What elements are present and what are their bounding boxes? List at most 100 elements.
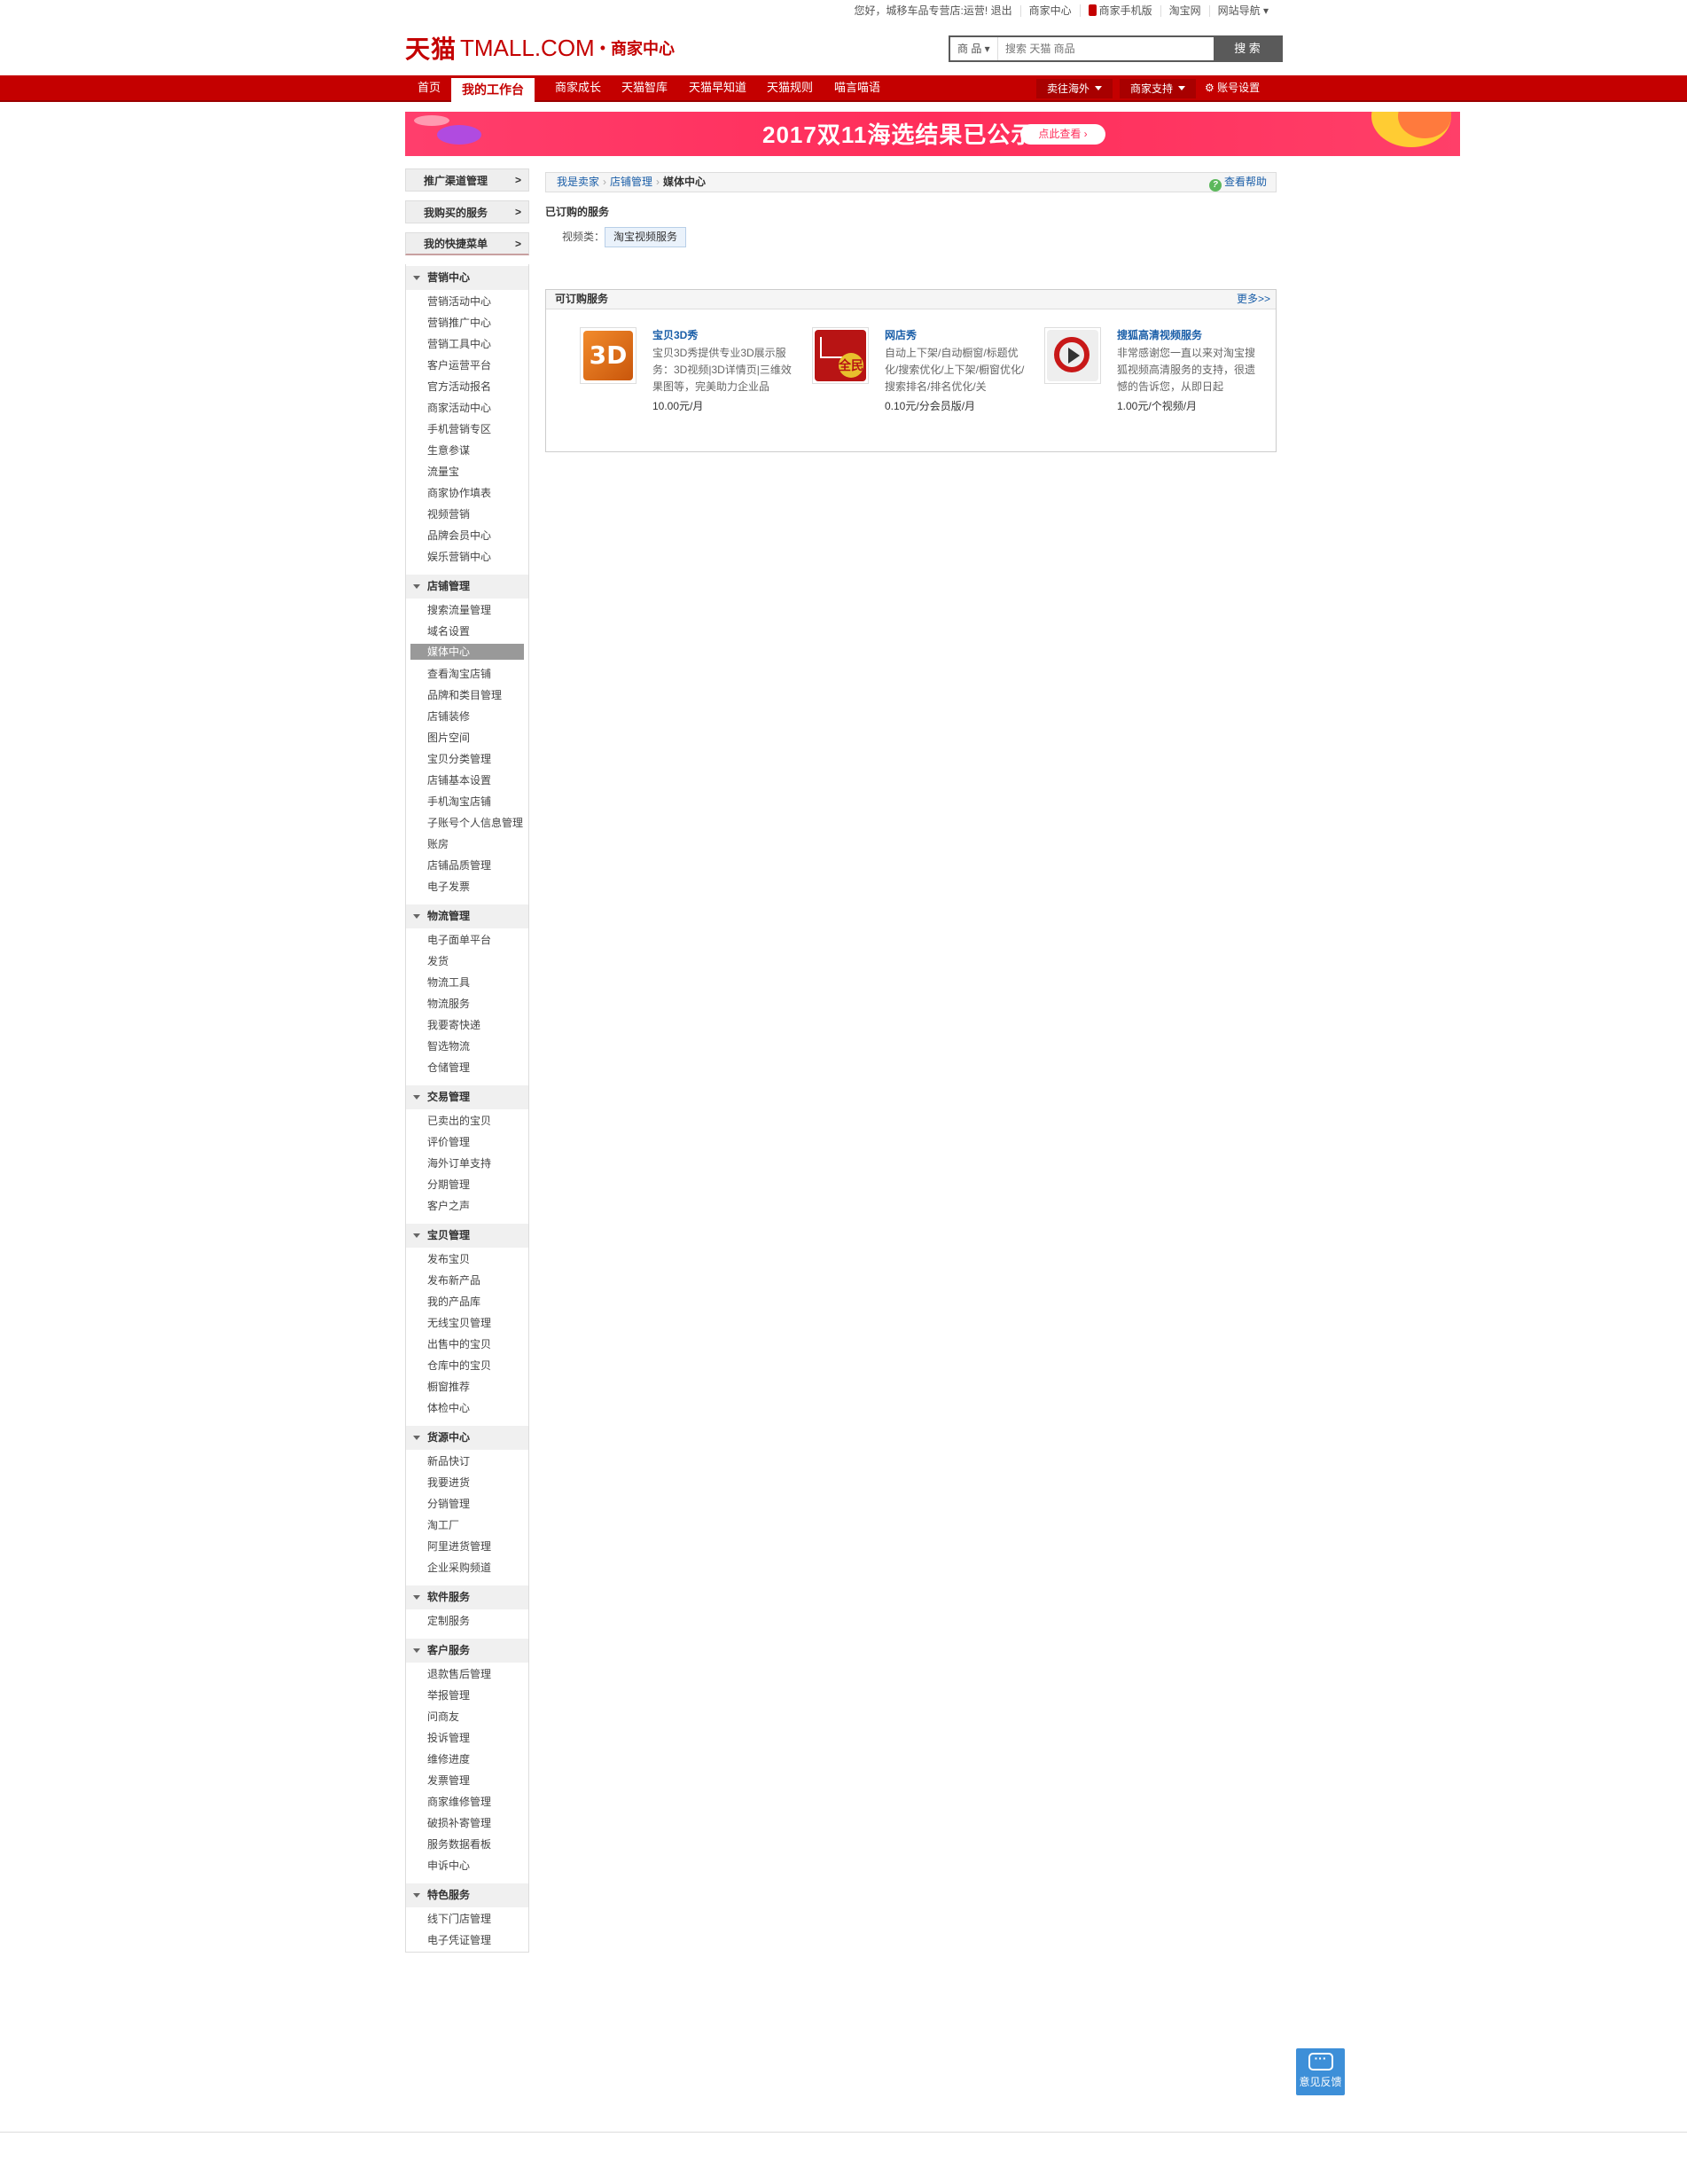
sidebar-item[interactable]: 营销工具中心 <box>406 335 528 353</box>
sidebar-item[interactable]: 分期管理 <box>406 1176 528 1194</box>
sidebar-item[interactable]: 店铺基本设置 <box>406 771 528 789</box>
sidebar-item[interactable]: 商家协作填表 <box>406 484 528 502</box>
search-button[interactable]: 搜 索 <box>1214 37 1281 60</box>
breadcrumb-seller[interactable]: 我是卖家 <box>557 176 599 188</box>
sidebar-item[interactable]: 电子面单平台 <box>406 931 528 949</box>
sidebar-item[interactable]: 出售中的宝贝 <box>406 1335 528 1353</box>
sidebar-item[interactable]: 申诉中心 <box>406 1857 528 1875</box>
nav-workbench[interactable]: 我的工作台 <box>451 78 535 103</box>
sidebar-item[interactable]: 子账号个人信息管理 <box>406 814 528 832</box>
sidebar-item[interactable]: 媒体中心 <box>410 644 524 660</box>
3d-icon[interactable]: 3D <box>580 327 637 384</box>
sidebar-item[interactable]: 维修进度 <box>406 1750 528 1768</box>
sidebar-item[interactable]: 体检中心 <box>406 1399 528 1417</box>
sidebar-section[interactable]: 特色服务 <box>406 1883 528 1907</box>
sidebar-section[interactable]: 交易管理 <box>406 1085 528 1109</box>
service-name[interactable]: 宝贝3D秀 <box>652 327 698 342</box>
sidebar-section[interactable]: 货源中心 <box>406 1426 528 1450</box>
more-link[interactable]: 更多>> <box>1237 290 1270 309</box>
nav-miaoyu[interactable]: 喵言喵语 <box>834 75 880 100</box>
sidebar-item[interactable]: 官方活动报名 <box>406 378 528 395</box>
sidebar-item[interactable]: 电子发票 <box>406 878 528 896</box>
tmall-logo[interactable]: 天猫 TMALL.COM • 商家中心 <box>405 30 675 66</box>
sidebar-item[interactable]: 手机营销专区 <box>406 420 528 438</box>
sidebar-item[interactable]: 营销推广中心 <box>406 314 528 332</box>
sidebar-item[interactable]: 我要寄快递 <box>406 1016 528 1034</box>
sidebar-item[interactable]: 投诉管理 <box>406 1729 528 1747</box>
nav-home[interactable]: 首页 <box>418 75 441 100</box>
sidebar-section[interactable]: 宝贝管理 <box>406 1224 528 1248</box>
sidebar-item[interactable]: 新品快订 <box>406 1452 528 1470</box>
promo-banner[interactable]: 2017双11海选结果已公示 点此查看 › <box>405 112 1460 156</box>
sidebar-item[interactable]: 举报管理 <box>406 1687 528 1704</box>
sidebar-item[interactable]: 生意参谋 <box>406 442 528 459</box>
sidebar-item[interactable]: 海外订单支持 <box>406 1155 528 1172</box>
video-play-icon[interactable] <box>1044 327 1101 384</box>
nav-rules[interactable]: 天猫规则 <box>767 75 813 100</box>
sidebar-item[interactable]: 仓库中的宝贝 <box>406 1357 528 1374</box>
taobao-video-service-tag[interactable]: 淘宝视频服务 <box>605 227 687 247</box>
sidebar-item[interactable]: 智选物流 <box>406 1037 528 1055</box>
nav-support-dropdown[interactable]: 商家支持 <box>1120 79 1197 98</box>
sidebar-item[interactable]: 营销活动中心 <box>406 293 528 310</box>
merchant-center-link[interactable]: 商家中心 <box>1019 4 1080 17</box>
sidebar-promo-channel[interactable]: 推广渠道管理 > <box>405 168 529 192</box>
sidebar-section[interactable]: 店铺管理 <box>406 575 528 599</box>
sidebar-item[interactable]: 客户运营平台 <box>406 356 528 374</box>
sidebar-item[interactable]: 物流工具 <box>406 974 528 991</box>
sidebar-item[interactable]: 问商友 <box>406 1708 528 1726</box>
service-name[interactable]: 网店秀 <box>885 327 917 342</box>
service-name[interactable]: 搜狐高清视频服务 <box>1117 327 1202 342</box>
sidebar-item[interactable]: 已卖出的宝贝 <box>406 1112 528 1130</box>
banner-button[interactable]: 点此查看 › <box>1020 124 1105 145</box>
sidebar-item[interactable]: 阿里进货管理 <box>406 1538 528 1555</box>
sidebar-item[interactable]: 查看淘宝店铺 <box>406 665 528 683</box>
sidebar-purchased-services[interactable]: 我购买的服务 > <box>405 200 529 223</box>
sidebar-item[interactable]: 我要进货 <box>406 1474 528 1491</box>
sidebar-item[interactable]: 电子凭证管理 <box>406 1931 528 1949</box>
sidebar-item[interactable]: 服务数据看板 <box>406 1836 528 1853</box>
sidebar-item[interactable]: 发票管理 <box>406 1772 528 1789</box>
sidebar-item[interactable]: 发货 <box>406 952 528 970</box>
sidebar-item[interactable]: 分销管理 <box>406 1495 528 1513</box>
nav-overseas-dropdown[interactable]: 卖往海外 <box>1036 79 1113 98</box>
sidebar-item[interactable]: 商家维修管理 <box>406 1793 528 1811</box>
sidebar-item[interactable]: 企业采购频道 <box>406 1559 528 1577</box>
nav-account-settings[interactable]: ⚙ 账号设置 <box>1205 75 1260 100</box>
search-category-select[interactable]: 商 品 ▾ <box>950 37 998 60</box>
quanmin-icon[interactable]: 全民 <box>812 327 869 384</box>
taobao-link[interactable]: 淘宝网 <box>1160 4 1209 17</box>
mobile-link[interactable]: 商家手机版 <box>1079 4 1160 17</box>
sidebar-item[interactable]: 仓储管理 <box>406 1059 528 1076</box>
sidebar-item[interactable]: 商家活动中心 <box>406 399 528 417</box>
sidebar-item[interactable]: 手机淘宝店铺 <box>406 793 528 810</box>
sidebar-item[interactable]: 账房 <box>406 835 528 853</box>
nav-early-know[interactable]: 天猫早知道 <box>689 75 746 100</box>
sidebar-section[interactable]: 客户服务 <box>406 1639 528 1663</box>
sidebar-item[interactable]: 橱窗推荐 <box>406 1378 528 1396</box>
logout-link[interactable]: 退出 <box>991 4 1012 17</box>
sidebar-item[interactable]: 发布宝贝 <box>406 1250 528 1268</box>
site-nav-link[interactable]: 网站导航 ▾ <box>1208 4 1277 17</box>
help-link[interactable]: ? 查看帮助 <box>1208 173 1267 192</box>
sidebar-item[interactable]: 我的产品库 <box>406 1293 528 1311</box>
nav-think-tank[interactable]: 天猫智库 <box>621 75 668 100</box>
sidebar-item[interactable]: 流量宝 <box>406 463 528 481</box>
sidebar-item[interactable]: 视频营销 <box>406 505 528 523</box>
sidebar-item[interactable]: 定制服务 <box>406 1612 528 1630</box>
sidebar-item[interactable]: 物流服务 <box>406 995 528 1013</box>
sidebar-item[interactable]: 店铺装修 <box>406 708 528 725</box>
sidebar-item[interactable]: 店铺品质管理 <box>406 857 528 874</box>
sidebar-item[interactable]: 搜索流量管理 <box>406 601 528 619</box>
sidebar-item[interactable]: 无线宝贝管理 <box>406 1314 528 1332</box>
sidebar-section[interactable]: 软件服务 <box>406 1585 528 1609</box>
feedback-button[interactable]: 意见反馈 <box>1296 2048 1345 2095</box>
breadcrumb-shop-manage[interactable]: 店铺管理 <box>610 176 652 188</box>
nav-growth[interactable]: 商家成长 <box>555 75 601 100</box>
sidebar-item[interactable]: 图片空间 <box>406 729 528 747</box>
sidebar-item[interactable]: 发布新产品 <box>406 1272 528 1289</box>
sidebar-item[interactable]: 退款售后管理 <box>406 1665 528 1683</box>
sidebar-item[interactable]: 线下门店管理 <box>406 1910 528 1928</box>
sidebar-item[interactable]: 域名设置 <box>406 622 528 640</box>
sidebar-item[interactable]: 娱乐营销中心 <box>406 548 528 566</box>
